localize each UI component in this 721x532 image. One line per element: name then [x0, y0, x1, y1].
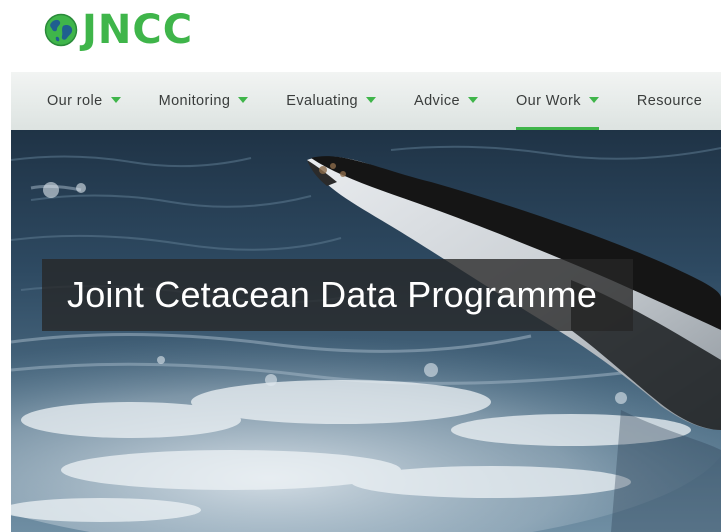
nav-item-monitoring[interactable]: Monitoring	[159, 72, 249, 130]
nav-item-label: Resource	[636, 93, 703, 109]
brand-name: JNCC	[82, 7, 194, 53]
nav-item-resources[interactable]: Resource	[637, 72, 702, 130]
nav-item-our-work[interactable]: Our Work	[515, 72, 599, 130]
hero-title-box: Joint Cetacean Data Programme	[42, 259, 633, 331]
nav-item-label: Evaluating	[286, 93, 359, 109]
caret-down-icon	[238, 97, 249, 103]
caret-down-icon	[467, 97, 478, 103]
nav-item-advice[interactable]: Advice	[414, 72, 478, 130]
globe-icon	[44, 13, 78, 47]
nav-item-label: Advice	[414, 93, 460, 109]
nav-item-evaluating[interactable]: Evaluating	[286, 72, 377, 130]
nav-item-label: Our role	[47, 93, 103, 109]
nav-item-our-role[interactable]: Our role	[47, 72, 121, 130]
nav-item-label: Our Work	[515, 93, 581, 109]
main-nav: Our role Monitoring Evaluating Advice Ou…	[11, 72, 721, 130]
whale-tail-photo	[11, 130, 721, 532]
caret-down-icon	[588, 97, 599, 103]
nav-item-label: Monitoring	[158, 93, 231, 109]
hero-banner: Joint Cetacean Data Programme	[11, 130, 721, 532]
caret-down-icon	[366, 97, 377, 103]
jncc-logo-link[interactable]: JNCC	[44, 8, 193, 52]
page-title: Joint Cetacean Data Programme	[67, 274, 598, 315]
caret-down-icon	[110, 97, 121, 103]
site-header: JNCC	[0, 0, 721, 72]
